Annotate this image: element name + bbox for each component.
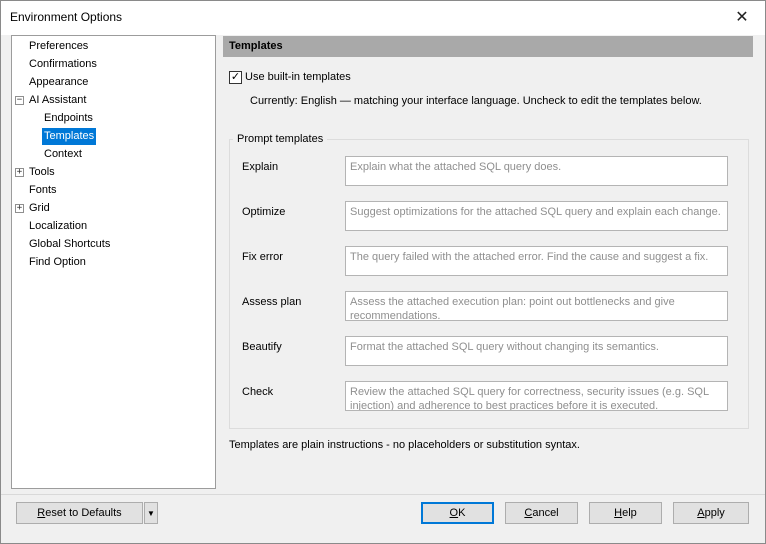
ok-label: K [458,507,466,519]
reset-to-defaults-button[interactable]: Reset to Defaults [16,502,143,524]
tree-expander-icon[interactable]: + [15,168,24,177]
tree-item-endpoints[interactable]: Endpoints [42,110,95,127]
tree-item-preferences[interactable]: Preferences [27,38,90,55]
template-field-assess-plan[interactable]: Assess the attached execution plan: poin… [345,291,728,321]
tree-item-templates[interactable]: Templates [42,128,97,145]
apply-label: pply [704,507,725,519]
cancel-label: ancel [532,507,559,519]
section-header: Templates [223,36,753,57]
current-language-note: Currently: English — matching your inter… [250,95,702,107]
footer-divider [1,494,765,495]
template-label-check: Check [242,386,274,398]
options-tree[interactable]: Preferences Confirmations Appearance − AI As… [11,35,216,489]
template-field-explain[interactable]: Explain what the attached SQL query does… [345,156,728,186]
environment-options-window: Environment Options ✕ Preferences Confirm… [0,0,766,544]
template-field-check[interactable]: Review the attached SQL query for correc… [345,381,728,411]
tree-item-global-shortcuts[interactable]: Global Shortcuts [27,236,112,253]
help-label: elp [622,507,637,519]
tree-item-tools[interactable]: Tools [27,164,57,181]
tree-item-context[interactable]: Context [42,146,84,163]
tree-item-fonts[interactable]: Fonts [27,182,59,199]
tree-item-find-option[interactable]: Find Option [27,254,88,271]
apply-accel: A [697,507,705,519]
prompt-templates-group-title: Prompt templates [233,133,328,145]
ok-button[interactable]: OK [421,502,494,524]
window-title: Environment Options [10,10,123,24]
ok-accel: O [449,507,459,519]
tree-item-ai-assistant[interactable]: AI Assistant [27,92,88,109]
help-accel: H [614,507,623,519]
template-label-beautify: Beautify [242,341,282,353]
tree-item-confirmations[interactable]: Confirmations [27,56,99,73]
apply-button[interactable]: Apply [673,502,749,524]
template-label-assess-plan: Assess plan [242,296,302,308]
use-builtin-templates-checkbox[interactable]: ✓ [229,71,242,84]
templates-footnote: Templates are plain instructions - no pl… [229,439,580,451]
reset-dropdown-button[interactable]: ▼ [144,502,158,524]
template-field-optimize[interactable]: Suggest optimizations for the attached S… [345,201,728,231]
dropdown-arrow-icon: ▼ [147,509,155,518]
template-field-fix-error[interactable]: The query failed with the attached error… [345,246,728,276]
template-label-optimize: Optimize [242,206,286,218]
section-header-title: Templates [229,40,283,52]
title-bar[interactable]: Environment Options ✕ [1,1,765,35]
template-field-beautify[interactable]: Format the attached SQL query without ch… [345,336,728,366]
template-label-explain: Explain [242,161,279,173]
templates-panel: Templates ✓ Use built-in templates Curre… [223,36,753,486]
tree-expander-icon[interactable]: − [15,96,24,105]
reset-label: eset to Defaults [45,507,122,519]
close-icon[interactable]: ✕ [728,6,756,30]
tree-item-localization[interactable]: Localization [27,218,89,235]
cancel-button[interactable]: Cancel [505,502,578,524]
tree-item-grid[interactable]: Grid [27,200,52,217]
tree-item-appearance[interactable]: Appearance [27,74,90,91]
tree-expander-icon[interactable]: + [15,204,24,213]
use-builtin-templates-label[interactable]: Use built-in templates [245,71,351,83]
template-label-fix-error: Fix error [242,251,283,263]
help-button[interactable]: Help [589,502,662,524]
